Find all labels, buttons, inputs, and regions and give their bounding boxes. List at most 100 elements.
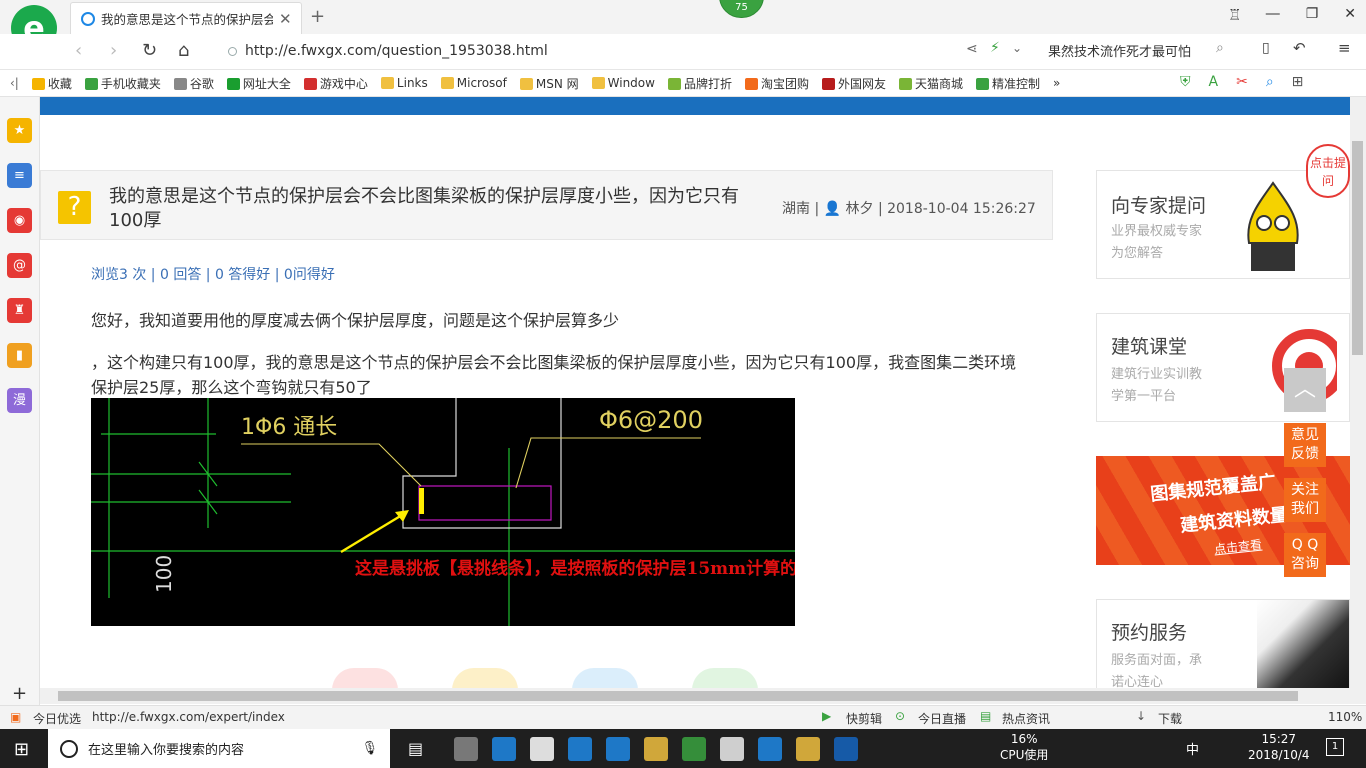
bookmark-item[interactable]: MSN 网 bbox=[519, 75, 579, 92]
g-app-icon[interactable] bbox=[834, 737, 858, 761]
forward-icon[interactable]: › bbox=[110, 40, 117, 61]
search-icon[interactable]: ⌕ bbox=[1216, 40, 1224, 56]
browser-app-icon[interactable] bbox=[682, 737, 706, 761]
bookmark-item[interactable]: 收藏 bbox=[31, 75, 72, 92]
edge-icon[interactable] bbox=[492, 737, 516, 761]
network-icon[interactable] bbox=[758, 737, 782, 761]
action-circle[interactable] bbox=[692, 668, 758, 690]
bookmark-icon bbox=[899, 77, 913, 90]
refresh-icon[interactable]: ↻ bbox=[142, 40, 157, 61]
bookmark-icon bbox=[822, 77, 835, 90]
action-circle[interactable] bbox=[332, 668, 398, 690]
notes-icon[interactable] bbox=[796, 737, 820, 761]
bookmark-item[interactable]: 网址大全 bbox=[226, 75, 291, 92]
360-icon[interactable] bbox=[530, 737, 554, 761]
bookmark-icon bbox=[744, 77, 758, 90]
sidebar-app-icon[interactable]: ★ bbox=[7, 118, 32, 143]
taskbar-search-text: 在这里输入你要搜索的内容 bbox=[88, 743, 245, 758]
mic-icon[interactable]: 🎙 bbox=[361, 741, 378, 756]
status-today-picks[interactable]: 今日优选 bbox=[33, 710, 81, 727]
ime-indicator[interactable]: 中 bbox=[1186, 739, 1199, 758]
expert-mascot-icon bbox=[1247, 181, 1299, 271]
maximize-button[interactable]: ❐ bbox=[1306, 6, 1319, 22]
back-to-top-button[interactable]: ︿ bbox=[1284, 368, 1326, 412]
share-icon[interactable]: ⋖ bbox=[966, 41, 978, 57]
cad-label-right: Φ6@200 bbox=[599, 406, 703, 434]
add-sidebar-icon[interactable]: + bbox=[12, 683, 27, 704]
chevron-down-icon[interactable]: ⌄ bbox=[1012, 41, 1022, 55]
taskbar-clock[interactable]: 15:27 2018/10/4 bbox=[1248, 731, 1310, 763]
bookmark-item[interactable]: 淘宝团购 bbox=[744, 75, 809, 92]
back-icon[interactable]: ‹ bbox=[75, 40, 82, 61]
bookmark-item[interactable]: 精准控制 bbox=[976, 75, 1040, 92]
gift-icon[interactable]: ▣ bbox=[10, 710, 21, 724]
bookmark-item[interactable]: 品牌打折 bbox=[667, 75, 732, 92]
notification-center-icon[interactable]: 1 bbox=[1326, 738, 1344, 756]
shirt-icon[interactable]: ♖ bbox=[1228, 6, 1241, 24]
bookmark-icon bbox=[173, 77, 187, 90]
new-tab-button[interactable]: + bbox=[310, 6, 325, 27]
sidebar-app-icon[interactable]: ◉ bbox=[7, 208, 32, 233]
feedback-button[interactable]: 意见 反馈 bbox=[1284, 423, 1326, 467]
status-live[interactable]: 今日直播 bbox=[918, 710, 966, 727]
bookmark-item[interactable]: 谷歌 bbox=[173, 75, 214, 92]
question-stats[interactable]: 浏览3 次 | 0 回答 | 0 答得好 | 0问得好 bbox=[91, 264, 335, 284]
site-info-icon[interactable] bbox=[228, 46, 237, 56]
sidebar-app-icon[interactable]: ♜ bbox=[7, 298, 32, 323]
edge-blue-icon[interactable] bbox=[568, 737, 592, 761]
lightning-icon[interactable]: ⚡ bbox=[990, 40, 1000, 56]
apps-icon[interactable]: ⊞ bbox=[1292, 74, 1304, 90]
qq-consult-button[interactable]: Q Q 咨询 bbox=[1284, 533, 1326, 577]
ask-bubble[interactable]: 点击提问 bbox=[1306, 144, 1350, 198]
status-news[interactable]: 热点资讯 bbox=[1002, 710, 1050, 727]
taskbar-search[interactable]: 在这里输入你要搜索的内容 🎙 bbox=[48, 729, 390, 768]
bookmark-item[interactable]: 外国网友 bbox=[822, 75, 886, 92]
bookmark-item[interactable]: Microsof bbox=[440, 76, 507, 90]
action-circle[interactable] bbox=[452, 668, 518, 690]
status-kuaijianji[interactable]: 快剪辑 bbox=[846, 710, 882, 727]
shield-icon[interactable]: ⛨ bbox=[1180, 74, 1191, 90]
status-download[interactable]: 下载 bbox=[1158, 710, 1182, 727]
bookmark-item[interactable]: 游戏中心 bbox=[303, 75, 368, 92]
phone-icon[interactable]: ▯ bbox=[1262, 40, 1270, 56]
menu-icon[interactable]: ≡ bbox=[1338, 39, 1351, 57]
search-box[interactable]: 果然技术流作死才最可怕 bbox=[1048, 41, 1191, 60]
vertical-scrollbar[interactable] bbox=[1350, 97, 1366, 704]
sidebar-app-icon[interactable]: ▮ bbox=[7, 343, 32, 368]
bookmarks-more-icon[interactable]: » bbox=[1053, 76, 1060, 90]
horizontal-scrollbar[interactable] bbox=[40, 688, 1350, 704]
bookmark-item[interactable]: 手机收藏夹 bbox=[84, 75, 161, 92]
scissors-icon[interactable]: ✂ bbox=[1236, 74, 1248, 90]
task-view-icon[interactable]: ▤ bbox=[408, 739, 423, 758]
sidebar-app-icon[interactable]: @ bbox=[7, 253, 32, 278]
bookmark-icon bbox=[380, 77, 394, 89]
ie-icon[interactable] bbox=[606, 737, 630, 761]
mail-icon[interactable] bbox=[720, 737, 744, 761]
bookmark-item[interactable]: Window bbox=[591, 76, 655, 90]
url-field[interactable]: http://e.fwxgx.com/question_1953038.html bbox=[228, 40, 988, 62]
bookmark-item[interactable]: Links bbox=[380, 76, 428, 90]
magnifier-icon[interactable]: ⌕ bbox=[1266, 74, 1274, 90]
action-circle[interactable] bbox=[572, 668, 638, 690]
bookmark-item[interactable]: 天猫商城 bbox=[899, 75, 963, 92]
fan-icon[interactable] bbox=[454, 737, 478, 761]
site-header-bar bbox=[40, 97, 1350, 115]
folder-icon[interactable] bbox=[644, 737, 668, 761]
follow-button[interactable]: 关注 我们 bbox=[1284, 478, 1326, 522]
toolbar-extensions: ⛨ A ✂ ⌕ ⊞ bbox=[1180, 74, 1303, 90]
cpu-monitor[interactable]: 16% CPU使用 bbox=[1000, 731, 1048, 763]
card-booking[interactable]: 预约服务 服务面对面，承 诺心连心 bbox=[1096, 599, 1350, 689]
sidebar-app-icon[interactable]: ≡ bbox=[7, 163, 32, 188]
sidebar-app-icon[interactable]: 漫 bbox=[7, 388, 32, 413]
close-tab-icon[interactable]: ✕ bbox=[279, 10, 292, 28]
card-title: 建筑课堂 bbox=[1111, 336, 1188, 358]
bookmarks-collapse-icon[interactable]: ‹| bbox=[10, 76, 19, 90]
minimize-button[interactable]: ― bbox=[1266, 6, 1280, 22]
status-zoom[interactable]: 110% bbox=[1328, 710, 1362, 724]
browser-tab[interactable]: 我的意思是这个节点的保护层会不会比图集梁板的保护层厚度小些，因为它只有100厚 … bbox=[70, 2, 302, 34]
undo-icon[interactable]: ↶ bbox=[1293, 39, 1306, 57]
windows-start-icon[interactable]: ⊞ bbox=[14, 739, 29, 760]
home-icon[interactable]: ⌂ bbox=[178, 40, 189, 61]
close-window-button[interactable]: ✕ bbox=[1344, 6, 1356, 22]
translate-icon[interactable]: A bbox=[1209, 74, 1219, 90]
